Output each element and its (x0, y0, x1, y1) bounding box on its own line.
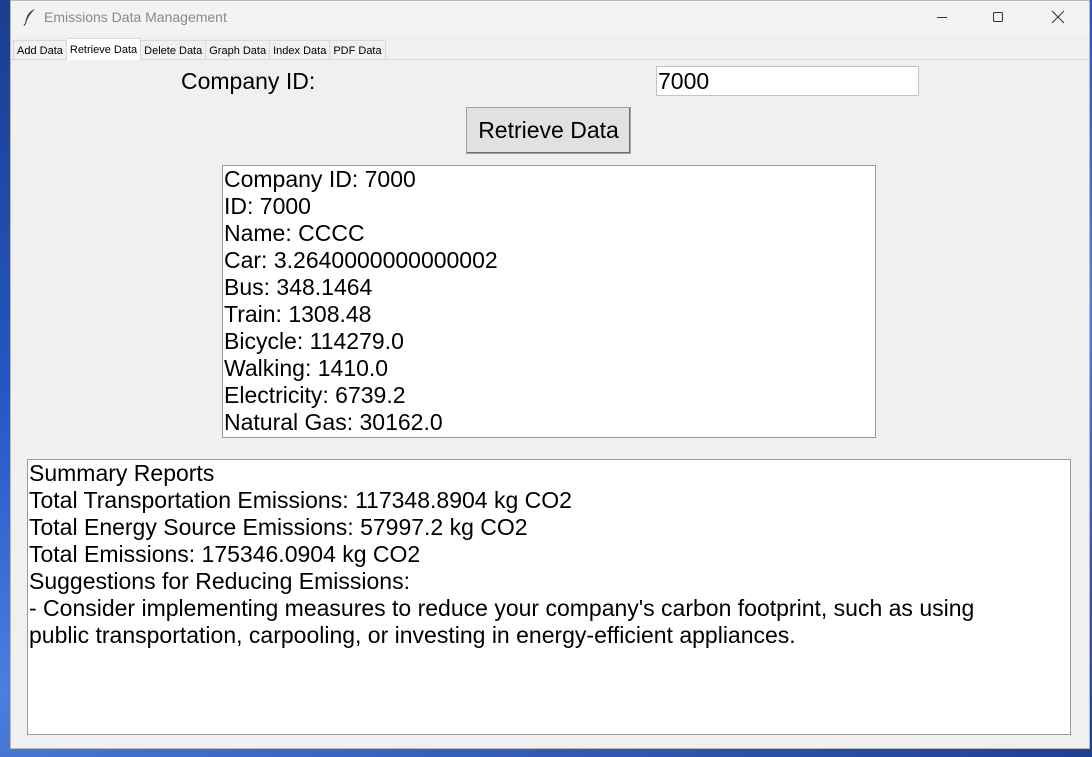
notebook-tabs: Add Data Retrieve Data Delete Data Graph… (13, 38, 386, 60)
summary-line: Total Energy Source Emissions: 57997.2 k… (29, 514, 528, 540)
summary-line: Total Transportation Emissions: 117348.8… (29, 487, 572, 513)
summary-line: public transportation, carpooling, or in… (29, 622, 796, 648)
tab-add-data[interactable]: Add Data (13, 40, 67, 60)
result-line: ID: 7000 (224, 193, 311, 219)
result-line: Company ID: 7000 (224, 166, 416, 192)
tab-graph-data[interactable]: Graph Data (205, 40, 271, 60)
app-window: Emissions Data Management Add Data Retri… (10, 0, 1090, 749)
tab-delete-data[interactable]: Delete Data (140, 40, 207, 60)
result-text-area[interactable]: Company ID: 7000 ID: 7000 Name: CCCC Car… (222, 165, 876, 438)
maximize-button[interactable] (975, 1, 1021, 33)
feather-icon (23, 8, 37, 26)
retrieve-data-button[interactable]: Retrieve Data (466, 107, 631, 154)
maximize-icon (993, 12, 1003, 22)
company-id-input[interactable] (656, 66, 919, 96)
result-line: Bicycle: 114279.0 (224, 328, 404, 354)
result-line: Walking: 1410.0 (224, 355, 389, 381)
tab-pdf-data[interactable]: PDF Data (329, 40, 386, 60)
close-button[interactable] (1035, 1, 1081, 33)
summary-line: Suggestions for Reducing Emissions: (29, 568, 410, 594)
result-line: Electricity: 6739.2 (224, 382, 406, 408)
window-title: Emissions Data Management (44, 9, 227, 25)
result-line: Natural Gas: 30162.0 (224, 409, 443, 435)
summary-line: - Consider implementing measures to redu… (29, 595, 975, 621)
summary-text-area[interactable]: Summary Reports Total Transportation Emi… (27, 459, 1071, 735)
summary-line: Summary Reports (29, 460, 215, 486)
result-line: Name: CCCC (224, 220, 365, 246)
result-line: Train: 1308.48 (224, 301, 372, 327)
tab-index-data[interactable]: Index Data (269, 40, 331, 60)
minimize-button[interactable] (919, 1, 965, 33)
result-line: Bus: 348.1464 (224, 274, 373, 300)
result-line: Car: 3.2640000000000002 (224, 247, 498, 273)
minimize-icon (937, 17, 947, 18)
title-bar[interactable]: Emissions Data Management (11, 1, 1089, 35)
tab-retrieve-data[interactable]: Retrieve Data (65, 38, 142, 60)
retrieve-data-pane: Company ID: Retrieve Data Company ID: 70… (11, 59, 1089, 748)
summary-line: Total Emissions: 175346.0904 kg CO2 (29, 541, 421, 567)
company-id-label: Company ID: (181, 68, 316, 94)
close-icon (1051, 10, 1065, 24)
